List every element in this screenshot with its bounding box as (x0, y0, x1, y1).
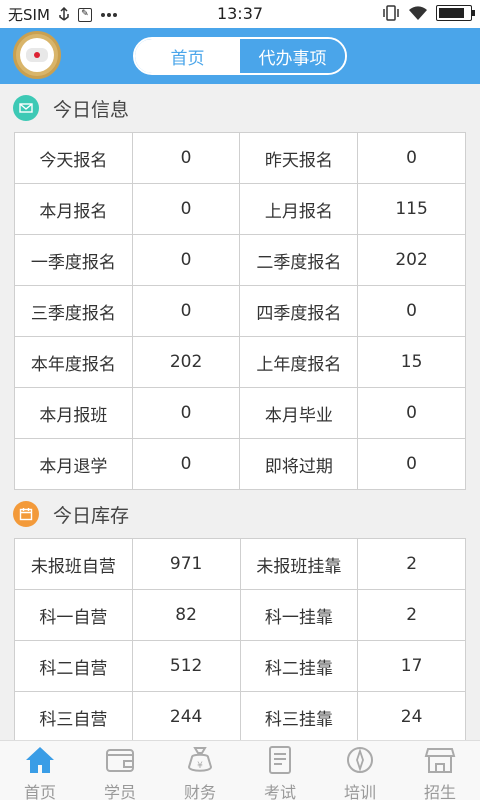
tab-home[interactable]: 首页 (135, 39, 240, 73)
info-row: 本月报名 0 上月报名 115 (14, 183, 466, 235)
wifi-icon (408, 5, 428, 21)
cell-value: 24 (357, 691, 466, 740)
main-content[interactable]: 今日信息 今天报名 0 昨天报名 0 本月报名 0 上月报名 115 一季度报名 0 二季度报名 20… (0, 84, 480, 740)
cell-label: 一季度报名 (14, 234, 133, 286)
cell-value: 0 (357, 132, 466, 184)
avatar-image (20, 38, 54, 72)
cell-label: 本月退学 (14, 438, 133, 490)
info-row: 本年度报名 202 上年度报名 15 (14, 336, 466, 388)
nav-students[interactable]: 学员 (80, 741, 160, 800)
exam-paper-icon (263, 745, 297, 775)
cell-label: 今天报名 (14, 132, 133, 184)
battery-level (439, 8, 465, 18)
bottom-nav: 首页 学员 ¥ 财务 考试 培训 招生 (0, 740, 480, 800)
info-row: 本月报班 0 本月毕业 0 (14, 387, 466, 439)
info-row: 今天报名 0 昨天报名 0 (14, 132, 466, 184)
cell-value: 2 (357, 538, 466, 590)
cell-label: 本月报班 (14, 387, 133, 439)
compass-icon (343, 745, 377, 775)
cell-value: 202 (131, 336, 241, 388)
cell-label: 科三自营 (14, 691, 133, 740)
cell-value: 0 (131, 438, 241, 490)
stock-section-title: 今日库存 (53, 504, 130, 527)
cell-label: 四季度报名 (239, 285, 359, 337)
status-bar: 无SIM ✎ 13:37 (0, 0, 480, 28)
nav-home-label: 首页 (23, 783, 56, 800)
status-right (382, 5, 475, 21)
cell-value: 0 (357, 438, 466, 490)
stock-row: 科三自营 244 科三挂靠 24 (14, 691, 466, 740)
vibrate-icon (382, 5, 400, 21)
cell-value: 0 (357, 285, 466, 337)
top-header: 首页 代办事项 (0, 28, 480, 84)
home-icon (23, 745, 57, 775)
nav-finance[interactable]: ¥ 财务 (160, 741, 240, 800)
cell-value: 15 (357, 336, 466, 388)
store-icon (423, 745, 457, 775)
cell-label: 本年度报名 (14, 336, 133, 388)
wallet-icon (103, 745, 137, 775)
cell-value: 2 (357, 589, 466, 641)
stock-row: 科一自营 82 科一挂靠 2 (14, 589, 466, 641)
info-row: 一季度报名 0 二季度报名 202 (14, 234, 466, 286)
nav-exam-label: 考试 (263, 783, 296, 800)
info-section-title: 今日信息 (53, 98, 130, 121)
mail-icon (13, 95, 39, 121)
nav-training[interactable]: 培训 (320, 741, 400, 800)
avatar[interactable] (13, 31, 61, 79)
cell-label: 本月毕业 (239, 387, 359, 439)
cell-label: 昨天报名 (239, 132, 359, 184)
cell-value: 115 (357, 183, 466, 235)
stock-section-header: 今日库存 (0, 490, 480, 538)
info-row: 本月退学 0 即将过期 0 (14, 438, 466, 490)
cell-label: 科三挂靠 (239, 691, 359, 740)
cell-label: 二季度报名 (239, 234, 359, 286)
money-bag-icon: ¥ (183, 745, 217, 775)
cell-label: 三季度报名 (14, 285, 133, 337)
tab-todo[interactable]: 代办事项 (240, 39, 345, 73)
nav-students-label: 学员 (103, 783, 136, 800)
cell-value: 17 (357, 640, 466, 692)
cell-value: 0 (357, 387, 466, 439)
cell-value: 0 (131, 285, 241, 337)
info-row: 三季度报名 0 四季度报名 0 (14, 285, 466, 337)
cell-label: 科一自营 (14, 589, 133, 641)
stock-table: 未报班自营 971 未报班挂靠 2 科一自营 82 科一挂靠 2 科二自营 512 科二挂靠 17 科三… (14, 538, 466, 740)
cell-value: 971 (131, 538, 241, 590)
stock-row: 未报班自营 971 未报班挂靠 2 (14, 538, 466, 590)
nav-finance-label: 财务 (183, 783, 216, 800)
svg-text:¥: ¥ (197, 761, 203, 771)
info-table: 今天报名 0 昨天报名 0 本月报名 0 上月报名 115 一季度报名 0 二季度报名 202 三季度报… (14, 132, 466, 490)
nav-exam[interactable]: 考试 (240, 741, 320, 800)
cell-label: 未报班自营 (14, 538, 133, 590)
cell-label: 上年度报名 (239, 336, 359, 388)
cell-value: 0 (131, 183, 241, 235)
cell-value: 82 (131, 589, 241, 641)
cell-value: 0 (131, 234, 241, 286)
nav-enrollment[interactable]: 招生 (400, 741, 480, 800)
cell-label: 科二挂靠 (239, 640, 359, 692)
stock-row: 科二自营 512 科二挂靠 17 (14, 640, 466, 692)
cell-value: 202 (357, 234, 466, 286)
cell-label: 科一挂靠 (239, 589, 359, 641)
nav-training-label: 培训 (343, 783, 376, 800)
cell-value: 0 (131, 387, 241, 439)
cell-label: 科二自营 (14, 640, 133, 692)
battery-icon (436, 5, 475, 21)
tab-switcher: 首页 代办事项 (133, 37, 347, 75)
cell-label: 上月报名 (239, 183, 359, 235)
cell-value: 244 (131, 691, 241, 740)
cell-value: 0 (131, 132, 241, 184)
calendar-icon (13, 501, 39, 527)
cell-label: 未报班挂靠 (239, 538, 359, 590)
info-section-header: 今日信息 (0, 84, 480, 132)
nav-home[interactable]: 首页 (0, 741, 80, 800)
cell-label: 本月报名 (14, 183, 133, 235)
nav-enrollment-label: 招生 (423, 783, 456, 800)
cell-value: 512 (131, 640, 241, 692)
cell-label: 即将过期 (239, 438, 359, 490)
